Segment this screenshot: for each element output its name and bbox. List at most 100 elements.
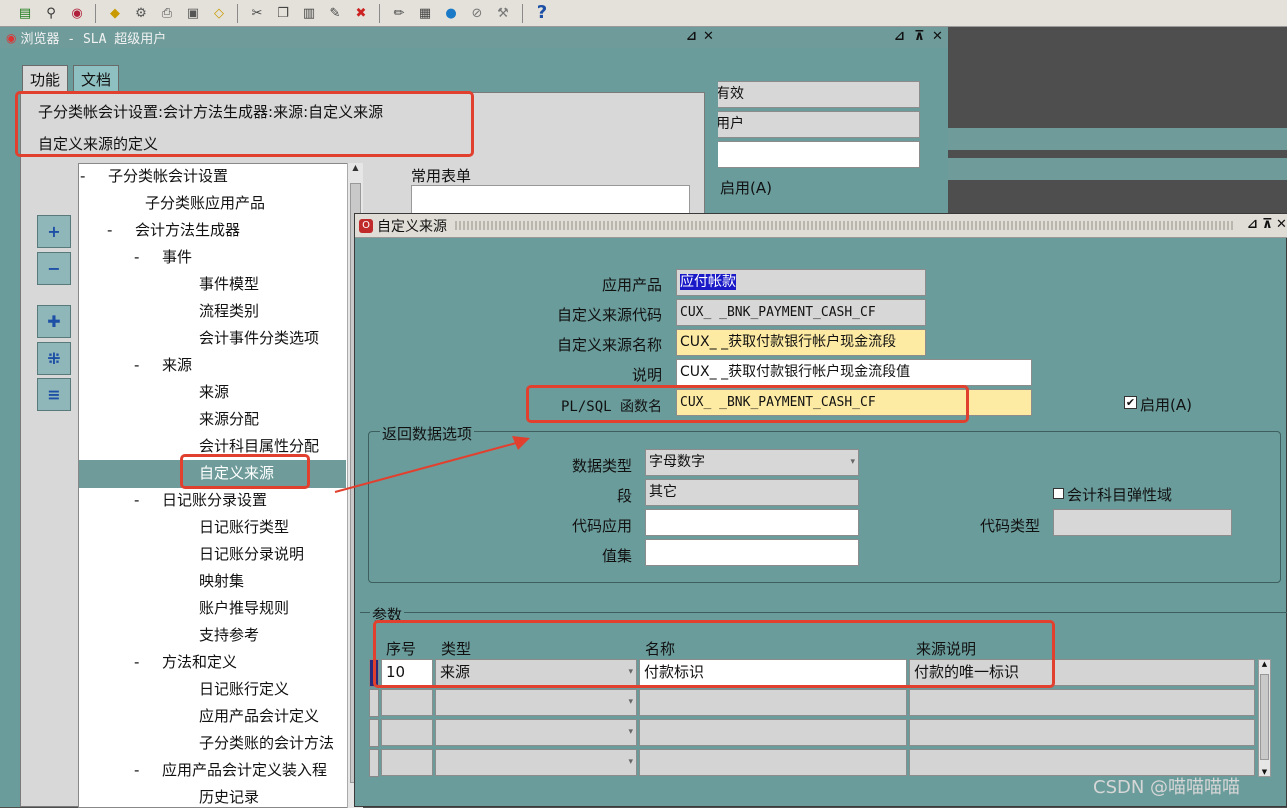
find-icon[interactable]: ⚲ <box>42 4 60 22</box>
row-indicator[interactable] <box>369 719 379 747</box>
code-field[interactable]: CUX_ _BNK_PAYMENT_CASH_CF <box>676 299 926 326</box>
next-step-icon[interactable]: ⚙ <box>132 4 150 22</box>
tree-collapse-marker[interactable]: - <box>134 354 139 376</box>
tree-item[interactable]: 应用产品会计定义 <box>199 705 319 727</box>
paste-icon[interactable]: ▥ <box>300 4 318 22</box>
params-scrollbar[interactable]: ▲ ▼ <box>1258 659 1271 777</box>
name-field[interactable]: CUX_ _获取付款银行帐户现金流段 <box>676 329 926 356</box>
collapse-button[interactable]: − <box>37 252 71 285</box>
flexfield-label: 会计科目弹性域 <box>1067 486 1173 504</box>
tree-item[interactable]: 流程类别 <box>199 300 259 322</box>
param-type-cell[interactable]: ▾ <box>435 719 637 746</box>
param-name-cell[interactable] <box>639 689 907 716</box>
print-icon[interactable]: ⎙ <box>158 4 176 22</box>
code-type-field[interactable] <box>1053 509 1232 536</box>
tree-item[interactable]: 日记账行类型 <box>199 516 289 538</box>
clear-record-icon[interactable]: ✎ <box>326 4 344 22</box>
tree-item[interactable]: 映射集 <box>199 570 244 592</box>
flexfield-checkbox[interactable] <box>1053 488 1064 499</box>
tree-item[interactable]: 来源 <box>199 381 229 403</box>
tree-item[interactable]: 方法和定义 <box>162 651 237 673</box>
tree-item[interactable]: 来源分配 <box>199 408 259 430</box>
value-set-field[interactable] <box>645 539 859 566</box>
attachments-icon[interactable]: ◇ <box>210 4 228 22</box>
expand-branch-button[interactable]: ✚ <box>37 305 71 338</box>
scroll-up-icon[interactable]: ▲ <box>348 163 363 172</box>
datatype-select[interactable]: 字母数字 ▾ <box>645 449 859 476</box>
param-seq-cell[interactable] <box>381 749 433 776</box>
tree-collapse-marker[interactable]: - <box>80 165 85 187</box>
help-icon[interactable]: ? <box>533 4 551 22</box>
code-app-field[interactable] <box>645 509 859 536</box>
new-icon[interactable]: ▤ <box>16 4 34 22</box>
window-help-icon[interactable]: ⚒ <box>494 4 512 22</box>
delete-icon[interactable]: ✖ <box>352 4 370 22</box>
folder-tools-icon[interactable]: ⊘ <box>468 4 486 22</box>
tree-collapse-marker[interactable]: - <box>134 651 139 673</box>
bg-field-user[interactable]: 用户 <box>712 111 920 138</box>
param-seq-cell[interactable] <box>381 689 433 716</box>
param-desc-cell[interactable] <box>909 719 1255 746</box>
minimize-icon[interactable]: ⊿ <box>686 29 697 44</box>
tree-item[interactable]: 历史记录 <box>199 786 259 808</box>
tree-item[interactable]: 事件 <box>162 246 192 268</box>
copy-icon[interactable]: ❐ <box>274 4 292 22</box>
tree-item[interactable]: 支持参考 <box>199 624 259 646</box>
tab-functions[interactable]: 功能 <box>22 65 68 93</box>
collapse-all-button[interactable]: ≡ <box>37 378 71 411</box>
tab-documents[interactable]: 文档 <box>73 65 119 93</box>
edit-field-icon[interactable]: ✏ <box>390 4 408 22</box>
tree-item[interactable]: 会计方法生成器 <box>135 219 240 241</box>
param-name-cell[interactable] <box>639 719 907 746</box>
close-icon[interactable]: ✕ <box>703 29 714 44</box>
save-icon[interactable]: ◆ <box>106 4 124 22</box>
param-seq-cell[interactable] <box>381 719 433 746</box>
navigator-icon[interactable]: ◉ <box>68 4 86 22</box>
tree-collapse-marker[interactable]: - <box>134 759 139 781</box>
row-indicator[interactable] <box>369 689 379 717</box>
bg-field-status[interactable]: 有效 <box>712 81 920 108</box>
param-desc-cell[interactable] <box>909 749 1255 776</box>
close-icon[interactable]: ✕ <box>932 29 943 44</box>
param-name-cell[interactable] <box>639 749 907 776</box>
segment-field[interactable]: 其它 <box>645 479 859 506</box>
minimize-icon[interactable]: ⊿ <box>894 29 905 44</box>
expand-all-button[interactable]: ⁜ <box>37 342 71 375</box>
tree-item[interactable]: 来源 <box>162 354 192 376</box>
translation-icon[interactable]: ● <box>442 4 460 22</box>
close-icon[interactable]: ✕ <box>1276 217 1287 232</box>
annotation-box-plsql <box>526 385 969 423</box>
param-desc-cell[interactable] <box>909 689 1255 716</box>
maximize-icon[interactable]: ⊼ <box>914 29 925 44</box>
tree-item[interactable]: 日记账分录设置 <box>162 489 267 511</box>
tree-item[interactable]: 日记账行定义 <box>199 678 289 700</box>
tree-collapse-marker[interactable]: - <box>107 219 112 241</box>
scroll-up-icon[interactable]: ▲ <box>1259 660 1270 668</box>
enabled-checkbox[interactable]: ✔ <box>1124 396 1137 409</box>
tree-item[interactable]: 事件模型 <box>199 273 259 295</box>
scroll-down-icon[interactable]: ▼ <box>1259 768 1270 776</box>
minimize-icon[interactable]: ⊿ <box>1247 217 1258 232</box>
zoom-icon[interactable]: ▦ <box>416 4 434 22</box>
tree-item[interactable]: 会计事件分类选项 <box>199 327 319 349</box>
tree-item[interactable]: 子分类账的会计方法 <box>199 732 334 754</box>
scroll-thumb[interactable] <box>1260 674 1269 760</box>
bg-field-empty[interactable] <box>712 141 920 168</box>
close-form-icon[interactable]: ▣ <box>184 4 202 22</box>
app-field[interactable]: 应付帐款 <box>676 269 926 296</box>
tree-item[interactable]: 应用产品会计定义装入程 <box>162 759 327 781</box>
tree-item[interactable]: 账户推导规则 <box>199 597 289 619</box>
description-field[interactable]: CUX_ _获取付款银行帐户现金流段值 <box>676 359 1032 386</box>
tree-collapse-marker[interactable]: - <box>134 246 139 268</box>
expand-button[interactable]: + <box>37 215 71 248</box>
tree-item[interactable]: 子分类帐会计设置 <box>108 165 228 187</box>
cut-icon[interactable]: ✂ <box>248 4 266 22</box>
datatype-label: 数据类型 <box>571 457 632 475</box>
param-type-cell[interactable]: ▾ <box>435 689 637 716</box>
maximize-icon[interactable]: ⊼ <box>1262 217 1273 232</box>
tree-item[interactable]: 子分类账应用产品 <box>145 192 265 214</box>
param-type-cell[interactable]: ▾ <box>435 749 637 776</box>
tree-collapse-marker[interactable]: - <box>134 489 139 511</box>
row-indicator[interactable] <box>369 749 379 777</box>
tree-item[interactable]: 日记账分录说明 <box>199 543 304 565</box>
